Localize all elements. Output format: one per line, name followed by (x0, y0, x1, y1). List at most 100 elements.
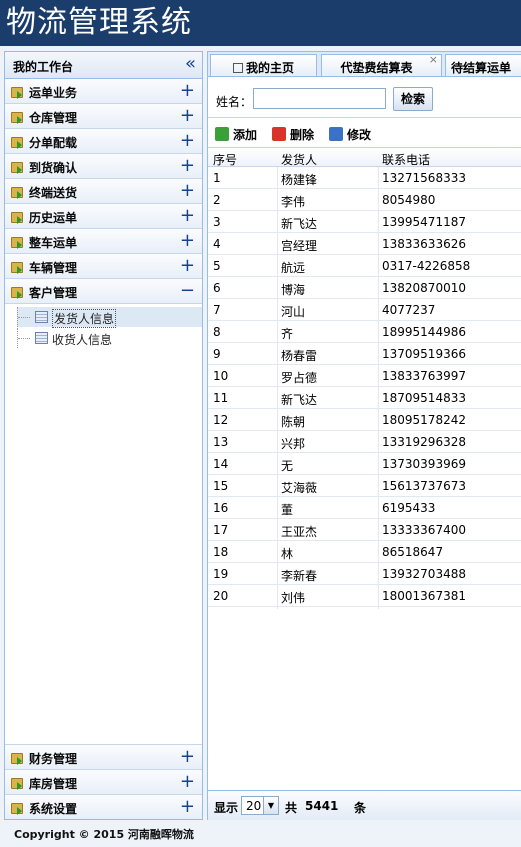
expand-toggle-icon[interactable]: + (180, 155, 195, 177)
table-row[interactable]: 18 林 86518647 (208, 541, 521, 563)
table-row[interactable]: 12 陈朝 18095178242 (208, 409, 521, 431)
cell-index: 7 (213, 303, 221, 317)
sidebar-item[interactable]: 仓库管理 + (5, 104, 202, 129)
name-search-input[interactable] (253, 88, 386, 109)
sidebar-item-label: 车辆管理 (29, 261, 78, 275)
table-row[interactable]: 15 艾海薇 15613737673 (208, 475, 521, 497)
expand-toggle-icon[interactable]: + (180, 130, 195, 152)
cell-shipper: 博海 (281, 283, 306, 297)
cell-phone: 8054980 (382, 193, 436, 207)
search-bar: 姓名： 检索 (208, 78, 521, 118)
tab-label: 待结算运单 (451, 61, 512, 75)
close-icon[interactable]: × (429, 53, 438, 66)
table-row[interactable]: 10 罗占德 13833763997 (208, 365, 521, 387)
table-row[interactable]: 14 无 13730393969 (208, 453, 521, 475)
table-row[interactable]: 17 王亚杰 13333367400 (208, 519, 521, 541)
sidebar-item[interactable]: 到货确认 + (5, 154, 202, 179)
tab-home[interactable]: 我的主页 (210, 54, 317, 76)
expand-toggle-icon[interactable]: + (180, 105, 195, 127)
cell-index: 20 (213, 589, 229, 603)
sidebar-header: 我的工作台 « (5, 52, 202, 79)
cell-shipper: 王亚杰 (281, 525, 318, 539)
table-row[interactable]: 5 航远 0317-4226858 (208, 255, 521, 277)
toolbar: 添加 删除 修改 (208, 120, 521, 146)
expand-toggle-icon[interactable]: + (180, 255, 195, 277)
sidebar-item[interactable]: 整车运单 + (5, 229, 202, 254)
cell-index: 14 (213, 457, 229, 471)
column-header-phone[interactable]: 联系电话 (382, 151, 430, 168)
subitem-shipper-info[interactable]: 发货人信息 (17, 307, 202, 328)
tab-advance-fee-settlement[interactable]: 代垫费结算表 × (321, 53, 442, 76)
sidebar-item[interactable]: 系统设置 + (5, 794, 202, 819)
cell-shipper: 李伟 (281, 195, 306, 209)
tab-pending-waybills[interactable]: 待结算运单 (445, 54, 521, 76)
table-row[interactable]: 16 董 6195433 (208, 497, 521, 519)
expand-toggle-icon[interactable]: + (180, 205, 195, 227)
cell-shipper: 新飞达 (281, 217, 318, 231)
table-row[interactable]: 11 新飞达 18709514833 (208, 387, 521, 409)
folder-arrow-icon (10, 259, 24, 274)
sidebar-item[interactable]: 财务管理 + (5, 744, 202, 769)
cell-index: 6 (213, 281, 221, 295)
collapse-sidebar-icon[interactable]: « (185, 54, 196, 74)
expand-toggle-icon[interactable]: + (180, 746, 195, 768)
table-row[interactable]: 3 新飞达 13995471187 (208, 211, 521, 233)
table-row[interactable]: 4 宫经理 13833633626 (208, 233, 521, 255)
name-label: 姓名： (216, 95, 253, 109)
subitem-label: 发货人信息 (52, 309, 117, 328)
app-title: 物流管理系统 (6, 5, 192, 40)
table-row[interactable]: 9 杨春雷 13709519366 (208, 343, 521, 365)
sidebar-item-label: 财务管理 (29, 752, 78, 766)
expand-toggle-icon[interactable]: + (180, 796, 195, 818)
page-size-select[interactable]: 20 ▼ (241, 796, 279, 815)
sidebar-item[interactable]: 客户管理 − (5, 279, 202, 304)
table-row[interactable]: 13 兴邦 13319296328 (208, 431, 521, 453)
table-row[interactable]: 6 博海 13820870010 (208, 277, 521, 299)
column-header-shipper[interactable]: 发货人 (281, 151, 317, 168)
folder-arrow-icon (10, 800, 24, 815)
cell-index: 11 (213, 391, 229, 405)
folder-arrow-icon (10, 234, 24, 249)
sidebar-item[interactable]: 历史运单 + (5, 204, 202, 229)
total-count: 5441 (305, 799, 339, 813)
cell-shipper: 林 (281, 547, 294, 561)
customer-subtree: 发货人信息 收货人信息 (5, 304, 202, 764)
sidebar-item[interactable]: 车辆管理 + (5, 254, 202, 279)
folder-arrow-icon (10, 159, 24, 174)
sidebar-menu: 运单业务 + 仓库管理 + 分单配载 + 到货确认 + 终端送货 + 历史运单 + 整车运单 + 车辆管理 +… (5, 79, 202, 304)
cell-index: 5 (213, 259, 221, 273)
expand-toggle-icon[interactable]: + (180, 80, 195, 102)
table-row[interactable]: 1 杨建锋 13271568333 (208, 167, 521, 189)
cell-shipper: 河山 (281, 305, 306, 319)
cell-index: 4 (213, 237, 221, 251)
table-row[interactable]: 19 李新春 13932703488 (208, 563, 521, 585)
subitem-consignee-info[interactable]: 收货人信息 (17, 328, 202, 348)
sidebar-item-label: 整车运单 (29, 236, 78, 250)
table-row[interactable]: 2 李伟 8054980 (208, 189, 521, 211)
folder-arrow-icon (10, 109, 24, 124)
expand-toggle-icon[interactable]: + (180, 230, 195, 252)
cell-phone: 15613737673 (382, 479, 466, 493)
tab-label: 我的主页 (245, 61, 294, 75)
search-button[interactable]: 检索 (393, 87, 433, 111)
sidebar-item[interactable]: 库房管理 + (5, 769, 202, 794)
table-row[interactable]: 7 河山 4077237 (208, 299, 521, 321)
sidebar-item[interactable]: 分单配载 + (5, 129, 202, 154)
sidebar-item[interactable]: 运单业务 + (5, 79, 202, 104)
table-row[interactable]: 20 刘伟 18001367381 (208, 585, 521, 607)
total-prefix: 共 (285, 801, 298, 815)
folder-arrow-icon (10, 184, 24, 199)
cell-index: 1 (213, 171, 221, 185)
sidebar-item[interactable]: 终端送货 + (5, 179, 202, 204)
column-header-index[interactable]: 序号 (213, 151, 237, 168)
tab-label: 代垫费结算表 (340, 61, 413, 75)
cell-index: 9 (213, 347, 221, 361)
sidebar-item-label: 运单业务 (29, 86, 78, 100)
edit-icon (329, 127, 343, 141)
expand-toggle-icon[interactable]: + (180, 771, 195, 793)
table-row[interactable]: 8 齐 18995144986 (208, 321, 521, 343)
cell-phone: 0317-4226858 (382, 259, 471, 273)
expand-toggle-icon[interactable]: + (180, 180, 195, 202)
cell-phone: 86518647 (382, 545, 444, 559)
expand-toggle-icon[interactable]: − (180, 280, 195, 302)
